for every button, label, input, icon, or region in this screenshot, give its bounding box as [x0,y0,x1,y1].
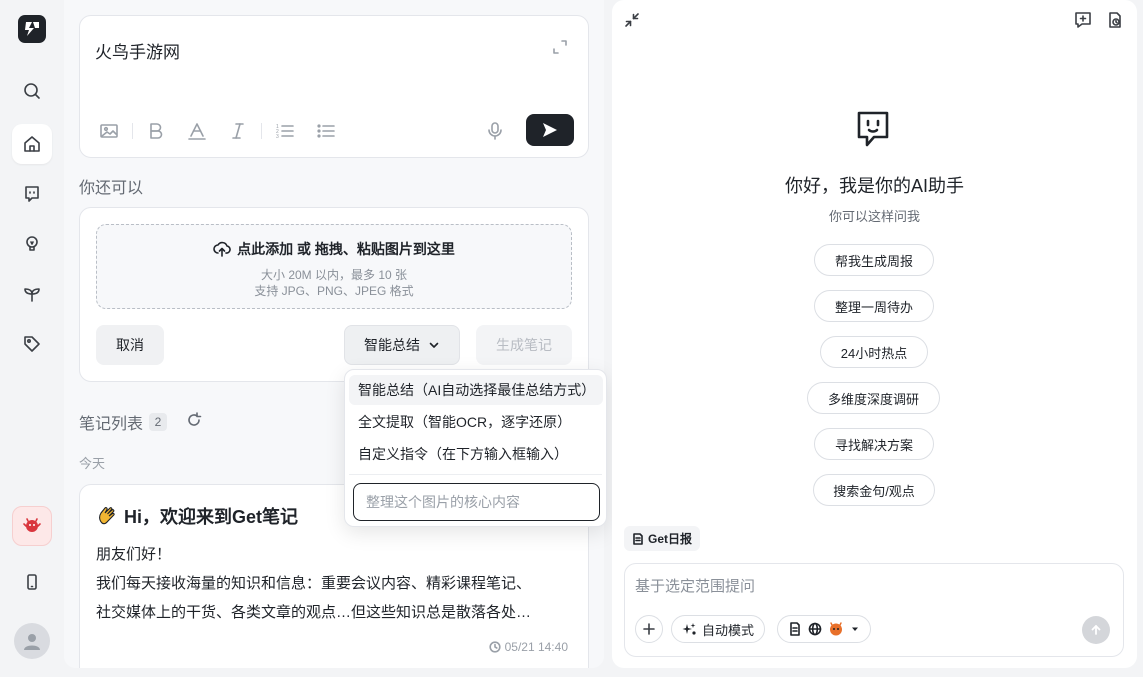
collapse-icon[interactable] [624,12,640,28]
profile-badge[interactable] [12,506,52,546]
custom-instruction-input[interactable] [353,483,600,521]
suggestion-chip[interactable]: 寻找解决方案 [814,428,934,460]
summary-mode-dropdown[interactable]: 智能总结 [344,325,460,365]
left-rail [0,0,64,677]
user-icon [24,634,40,650]
italic-icon[interactable] [227,120,249,142]
generate-note-button[interactable]: 生成笔记 [476,325,572,365]
note-title: Hi，欢迎来到Get笔记 [96,503,298,529]
user-avatar[interactable] [14,623,50,659]
ordered-list-icon[interactable]: 123 [274,120,296,142]
assistant-logo-icon [856,110,890,150]
send-icon [543,123,557,137]
rail-chat[interactable] [12,174,52,214]
suggestion-chip[interactable]: 多维度深度调研 [807,382,940,414]
ask-box: 自动模式 [624,563,1124,657]
suggestion-chip[interactable]: 整理一周待办 [814,290,934,322]
sprout-icon [24,288,40,302]
section-label: 你还可以 [79,180,144,197]
add-context-button[interactable] [635,615,663,643]
history-icon[interactable] [1106,11,1124,29]
suggestion-chip[interactable]: 帮我生成周报 [814,244,934,276]
image-icon[interactable] [98,120,120,142]
ask-send-button[interactable] [1082,616,1110,644]
mascot-icon [830,622,842,636]
tag-icon [24,336,40,352]
note-line: 我们每天接收海量的知识和信息：重要会议内容、精彩课程笔记、 [96,575,532,592]
rail-ideas[interactable] [12,224,52,264]
note-line: 社交媒体上的干货、各类文章的观点…但这些知识总是散落各处… [96,604,532,621]
caret-down-icon [852,627,858,631]
toolbar-divider [261,123,262,139]
mobile-icon [27,574,37,590]
middle-panel: 火鸟手游网 123 你还可以 点此添加 或 拖拽、粘贴图片到这里 大小 20M … [64,0,604,668]
suggestion-chip[interactable]: 24小时热点 [820,336,928,368]
notes-list-title: 笔记列表 [79,416,144,433]
menu-item-custom-instruction[interactable]: 自定义指令（在下方输入框输入） [349,439,603,469]
dropzone-limit: 大小 20M 以内，最多 10 张 [260,268,408,282]
auto-mode-button[interactable]: 自动模式 [671,615,766,643]
rail-home[interactable] [12,124,52,164]
send-button[interactable] [526,114,574,146]
editor-text[interactable]: 火鸟手游网 [95,38,180,63]
rail-mobile[interactable] [12,562,52,602]
svg-text:3: 3 [276,134,279,140]
dropzone-title: 点此添加 或 拖拽、粘贴图片到这里 [237,241,455,257]
menu-item-smart-summary[interactable]: 智能总结（AI自动选择最佳总结方式） [349,375,603,405]
clapping-hands-icon [99,507,115,525]
bold-icon[interactable] [145,120,167,142]
notes-list-header: 笔记列表 2 [79,410,168,434]
globe-icon [808,622,822,636]
rail-search[interactable] [12,71,52,111]
expand-icon[interactable] [552,39,568,55]
mascot-icon [23,518,41,532]
bulb-icon [26,236,38,251]
rail-growth[interactable] [12,274,52,314]
menu-divider [349,474,602,475]
document-icon [790,622,800,636]
editor-toolbar: 123 [98,120,337,142]
refresh-icon[interactable] [186,412,202,428]
summary-mode-menu: 智能总结（AI自动选择最佳总结方式） 全文提取（智能OCR，逐字还原） 自定义指… [344,369,607,527]
note-editor[interactable]: 火鸟手游网 123 [79,15,589,158]
toolbar-divider [132,123,133,139]
font-color-icon[interactable] [186,120,208,142]
ai-assistant-panel: 你好，我是你的AI助手 你可以这样问我 帮我生成周报 整理一周待办 24小时热点… [612,0,1137,668]
date-group-label: 今天 [79,456,106,471]
scope-selector[interactable] [777,615,871,643]
ask-input[interactable] [635,572,1105,600]
arrow-up-icon [1091,625,1101,635]
search-icon [24,83,40,99]
daily-report-chip[interactable]: Get日报 [624,526,701,551]
note-timestamp: 05/21 14:40 [488,640,568,654]
note-line: 朋友们好！ [96,546,172,563]
bullet-list-icon[interactable] [315,120,337,142]
clock-icon [488,641,501,653]
logo-icon [25,22,39,36]
image-upload-card: 点此添加 或 拖拽、粘贴图片到这里 大小 20M 以内，最多 10 张 支持 J… [79,207,589,382]
plus-icon [643,623,655,635]
image-dropzone[interactable]: 点此添加 或 拖拽、粘贴图片到这里 大小 20M 以内，最多 10 张 支持 J… [96,224,572,309]
app-logo[interactable] [18,15,46,43]
assistant-greeting: 你好，我是你的AI助手 [784,176,964,196]
chat-icon [25,186,39,202]
summary-mode-label: 智能总结 [364,337,420,353]
cancel-button[interactable]: 取消 [96,325,164,365]
microphone-icon[interactable] [486,121,504,141]
upload-cloud-icon [213,241,231,257]
home-icon [24,136,40,152]
notes-count-badge: 2 [149,413,168,431]
suggestion-chip[interactable]: 搜索金句/观点 [813,474,935,506]
rail-tags[interactable] [12,324,52,364]
menu-item-full-text[interactable]: 全文提取（智能OCR，逐字还原） [349,407,603,437]
assistant-subtitle: 你可以这样问我 [828,209,920,224]
new-chat-icon[interactable] [1074,11,1092,29]
dropzone-formats: 支持 JPG、PNG、JPEG 格式 [254,284,414,298]
sparkle-icon [682,622,696,635]
chevron-down-icon [429,342,439,348]
document-icon [633,532,643,545]
